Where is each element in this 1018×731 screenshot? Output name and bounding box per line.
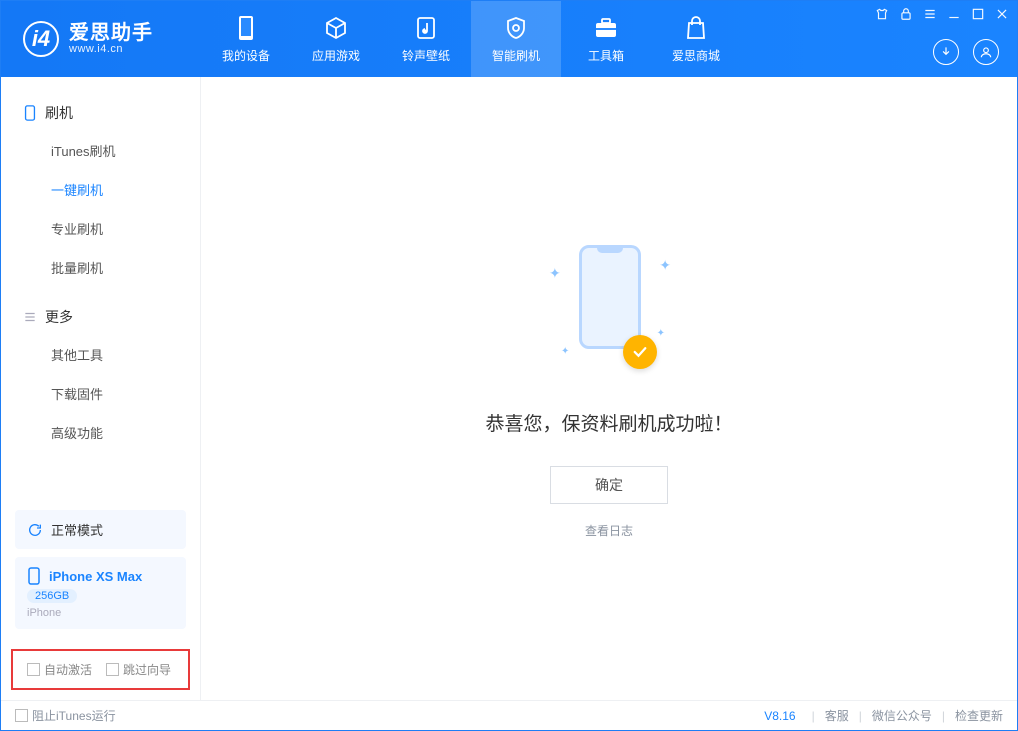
sidebar-item-download-firmware[interactable]: 下载固件 — [1, 374, 200, 413]
sidebar-item-other-tools[interactable]: 其他工具 — [1, 335, 200, 374]
lock-icon[interactable] — [899, 7, 913, 21]
refresh-icon — [27, 522, 43, 538]
sidebar-group-flash: 刷机 — [1, 95, 200, 131]
close-icon[interactable] — [995, 7, 1009, 21]
success-message: 恭喜您，保资料刷机成功啦！ — [485, 409, 732, 436]
sparkle-icon: ✦ — [561, 346, 569, 357]
nav-ringtones-wallpapers[interactable]: 铃声壁纸 — [381, 1, 471, 77]
sidebar-item-itunes-flash[interactable]: iTunes刷机 — [1, 131, 200, 170]
device-info-box[interactable]: iPhone XS Max 256GB iPhone — [15, 557, 186, 629]
highlighted-checkbox-row: 自动激活 跳过向导 — [11, 649, 190, 690]
footer-link-support[interactable]: 客服 — [825, 707, 849, 724]
checkbox-auto-activate[interactable]: 自动激活 — [27, 661, 92, 678]
checkbox-block-itunes[interactable]: 阻止iTunes运行 — [15, 707, 116, 724]
checkbox-skip-guide[interactable]: 跳过向导 — [106, 661, 171, 678]
success-illustration: ✦ ✦ ✦ ✦ — [519, 239, 699, 379]
minimize-icon[interactable] — [947, 7, 961, 21]
phone-graphic — [579, 245, 641, 349]
nav-my-device[interactable]: 我的设备 — [201, 1, 291, 77]
sidebar-item-oneclick-flash[interactable]: 一键刷机 — [1, 170, 200, 209]
maximize-icon[interactable] — [971, 7, 985, 21]
sparkle-icon: ✦ — [657, 328, 665, 339]
footer: 阻止iTunes运行 V8.16 | 客服 | 微信公众号 | 检查更新 — [1, 700, 1017, 730]
device-name: iPhone XS Max — [49, 569, 142, 584]
nav-store[interactable]: 爱思商城 — [651, 1, 741, 77]
sparkle-icon: ✦ — [549, 265, 561, 282]
nav-toolbox[interactable]: 工具箱 — [561, 1, 651, 77]
footer-link-check-update[interactable]: 检查更新 — [955, 707, 1003, 724]
menu-icon[interactable] — [923, 7, 937, 21]
app-url: www.i4.cn — [69, 43, 153, 55]
device-icon — [233, 15, 259, 41]
device-capacity: 256GB — [27, 589, 77, 603]
toolbox-icon — [593, 15, 619, 41]
view-log-link[interactable]: 查看日志 — [585, 522, 633, 539]
header: i4 爱思助手 www.i4.cn 我的设备 应用游戏 铃声壁纸 智能刷机 工具… — [1, 1, 1017, 77]
sidebar: 刷机 iTunes刷机 一键刷机 专业刷机 批量刷机 更多 其他工具 下载固件 … — [1, 77, 201, 700]
ok-button[interactable]: 确定 — [550, 466, 668, 504]
main-content: ✦ ✦ ✦ ✦ 恭喜您，保资料刷机成功啦！ 确定 查看日志 — [201, 77, 1017, 700]
nav-apps-games[interactable]: 应用游戏 — [291, 1, 381, 77]
sidebar-item-pro-flash[interactable]: 专业刷机 — [1, 209, 200, 248]
cube-icon — [323, 15, 349, 41]
list-icon — [23, 310, 37, 324]
user-button[interactable] — [973, 39, 999, 65]
app-name: 爱思助手 — [69, 23, 153, 43]
shield-refresh-icon — [503, 15, 529, 41]
top-nav: 我的设备 应用游戏 铃声壁纸 智能刷机 工具箱 爱思商城 — [201, 1, 741, 77]
header-right-icons — [933, 39, 999, 65]
titlebar-controls — [875, 7, 1009, 21]
sparkle-icon: ✦ — [659, 257, 671, 274]
sidebar-item-advanced[interactable]: 高级功能 — [1, 413, 200, 452]
checkmark-badge-icon — [623, 335, 657, 369]
sidebar-group-more: 更多 — [1, 299, 200, 335]
device-mode-box[interactable]: 正常模式 — [15, 510, 186, 549]
logo-icon: i4 — [23, 21, 59, 57]
device-type: iPhone — [27, 607, 174, 619]
phone-icon — [27, 567, 41, 585]
shopping-bag-icon — [683, 15, 709, 41]
music-file-icon — [413, 15, 439, 41]
sidebar-item-batch-flash[interactable]: 批量刷机 — [1, 248, 200, 287]
download-button[interactable] — [933, 39, 959, 65]
phone-icon — [23, 105, 37, 121]
footer-link-wechat[interactable]: 微信公众号 — [872, 707, 932, 724]
logo-area: i4 爱思助手 www.i4.cn — [1, 1, 201, 77]
tshirt-icon[interactable] — [875, 7, 889, 21]
nav-smart-flash[interactable]: 智能刷机 — [471, 1, 561, 77]
version-label: V8.16 — [764, 709, 795, 723]
